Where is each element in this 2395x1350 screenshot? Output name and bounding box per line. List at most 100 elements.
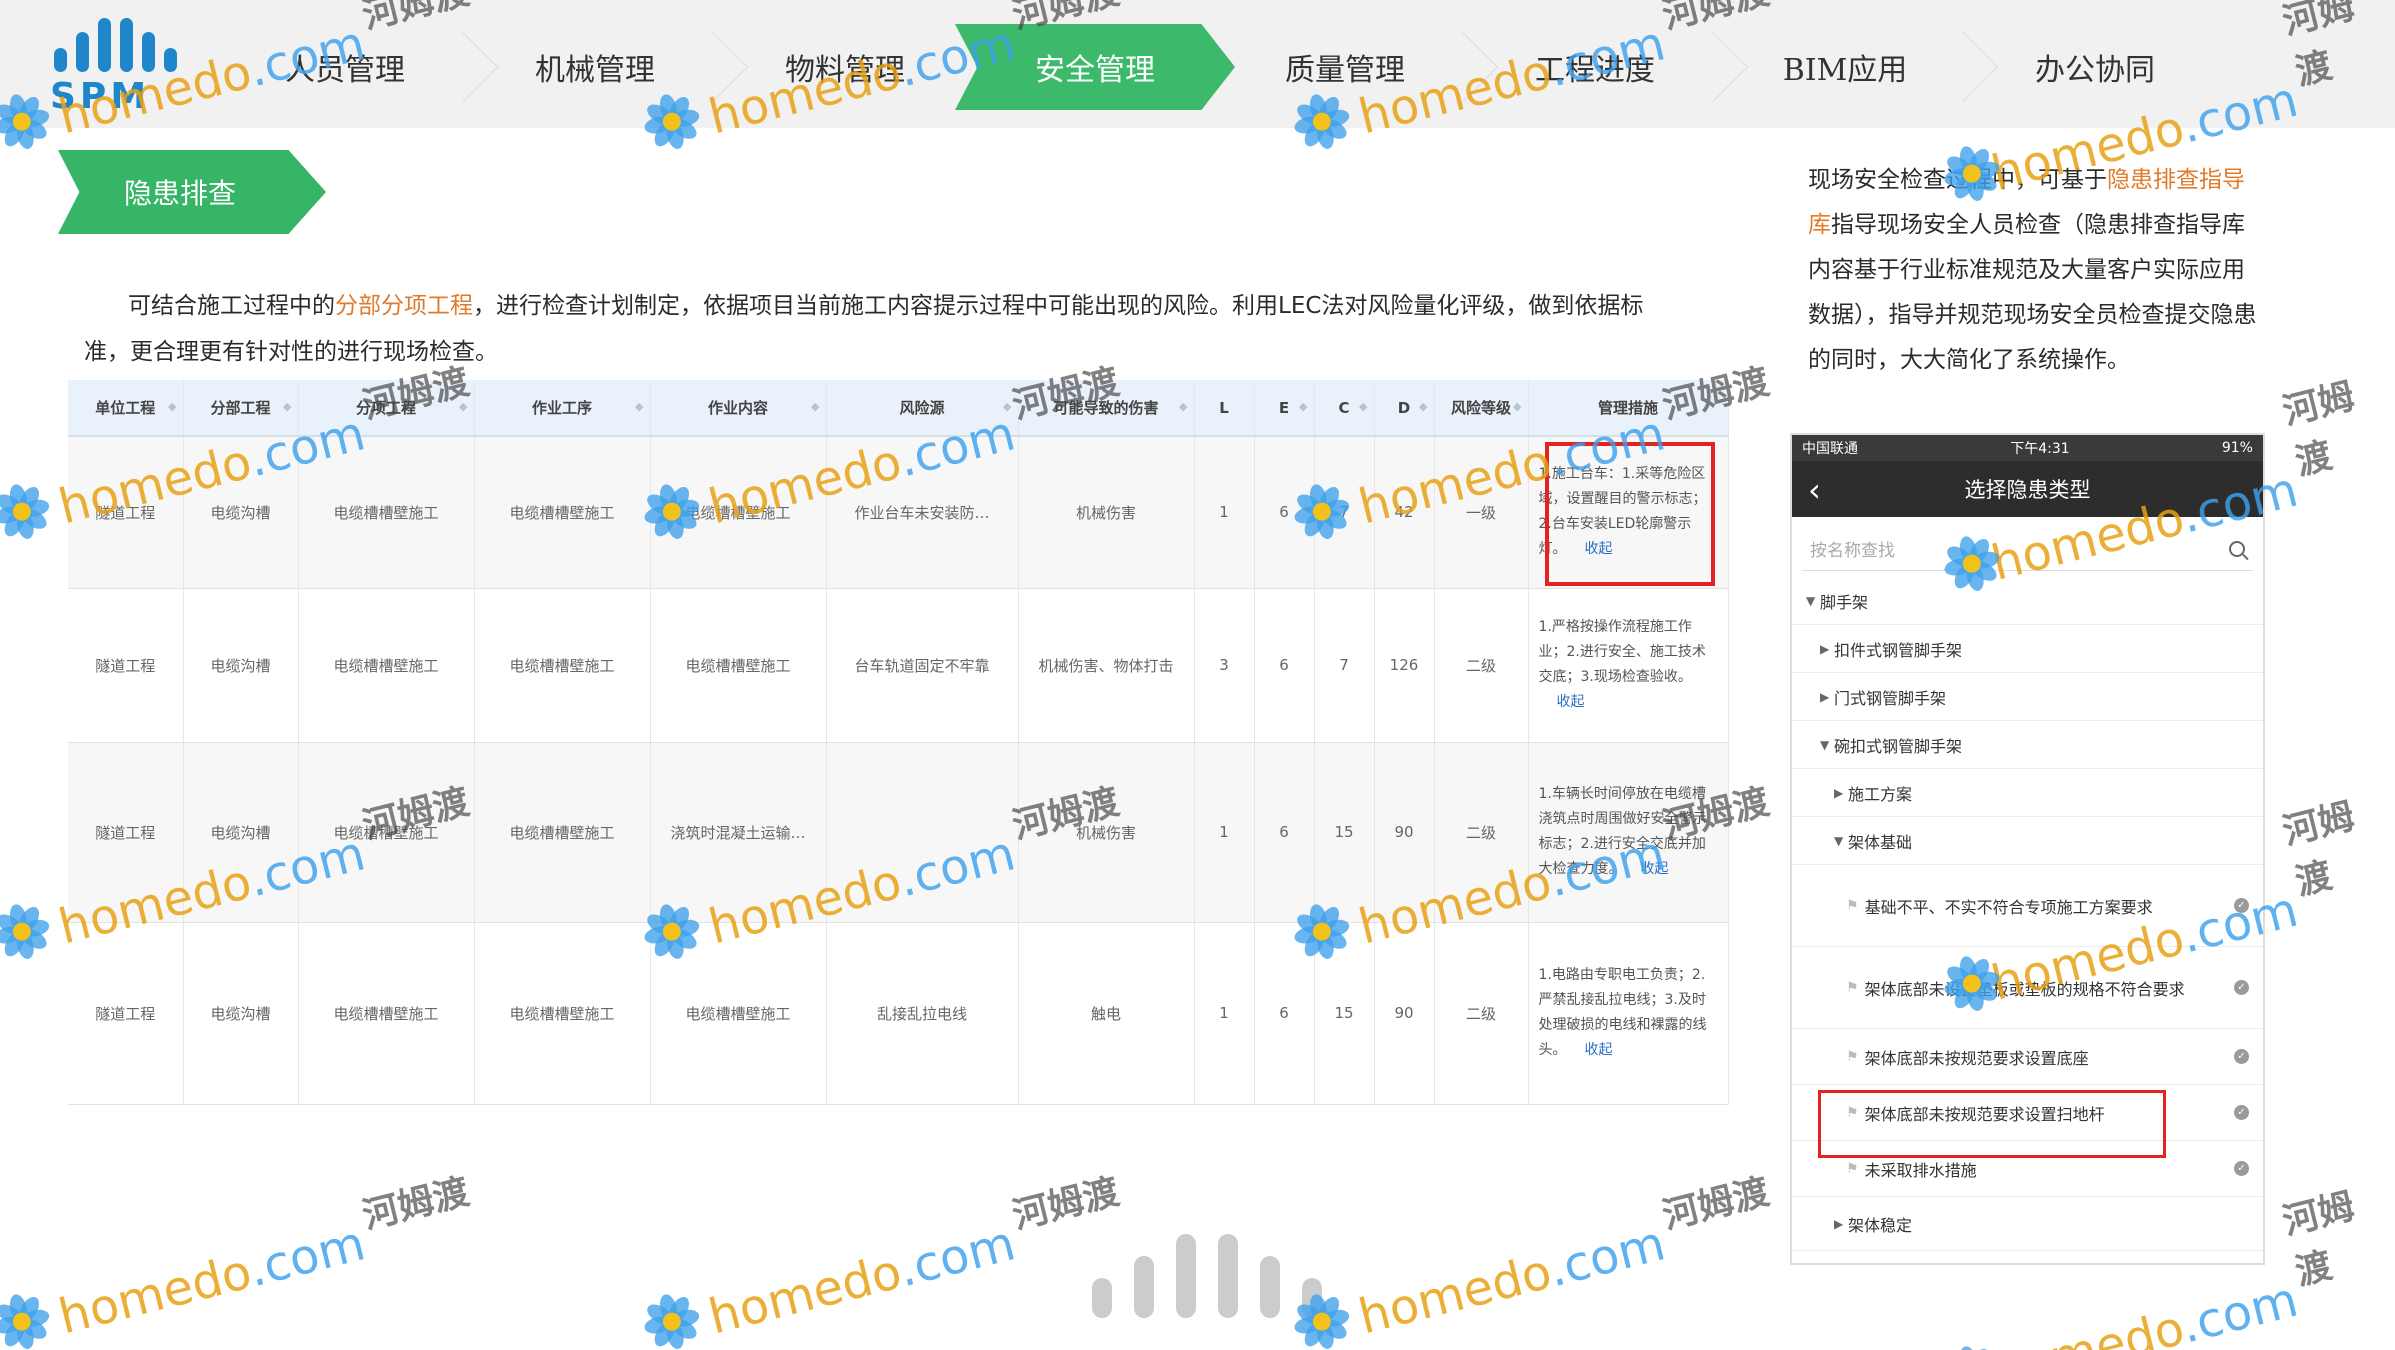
chevron-right-icon: ▶: [1834, 785, 1844, 800]
tree-node[interactable]: ▼ 碗扣式钢管脚手架: [1792, 721, 2263, 769]
flower-logo-icon: [0, 1285, 58, 1350]
column-header[interactable]: C ◆: [1314, 380, 1375, 437]
cell-l: 1: [1194, 742, 1255, 923]
nav-item-machinery[interactable]: 机械管理: [460, 24, 749, 110]
collapse-link[interactable]: 收起: [1585, 1042, 1613, 1058]
table-row[interactable]: 隧道工程 电缆沟槽 电缆槽槽壁施工 电缆槽槽壁施工 电缆槽槽壁施工 乱接乱拉电线…: [68, 922, 1729, 1105]
watermark-cn: 河姆渡: [1658, 1171, 1774, 1238]
column-header[interactable]: E ◆: [1254, 380, 1315, 437]
watermark-cn: 河姆渡: [358, 1171, 474, 1238]
nav-item-quality[interactable]: 质量管理: [1210, 24, 1499, 110]
tree-leaf[interactable]: ⚑ 架体底部未设置垫板或垫板的规格不符合要求 ✓: [1792, 947, 2263, 1029]
nav-item-safety[interactable]: 安全管理: [955, 24, 1235, 110]
chevron-right-icon: ▶: [1834, 1216, 1844, 1231]
tree-node[interactable]: ▶ 门式钢管脚手架: [1792, 673, 2263, 721]
cell-content: 电缆槽槽壁施工: [650, 436, 827, 589]
tree-leaf[interactable]: ⚑ 基础不平、不实不符合专项施工方案要求 ✓: [1792, 865, 2263, 947]
cell-unit: 隧道工程: [68, 436, 184, 589]
cell-e: 6: [1254, 922, 1315, 1105]
logo-bars-icon: [48, 12, 208, 72]
tree-leaf-label: 未采取排水措施: [1864, 1160, 1977, 1180]
sort-icon: ◆: [1513, 400, 1522, 413]
chevron-down-icon: ▼: [1834, 833, 1844, 848]
column-header[interactable]: D ◆: [1374, 380, 1435, 437]
column-header[interactable]: L: [1194, 380, 1255, 437]
cell-content: 电缆槽槽壁施工: [650, 588, 827, 743]
chevron-down-icon: ▼: [1820, 737, 1830, 752]
watermark-domain: .com: [242, 1215, 371, 1299]
nav-item-office[interactable]: 办公协同: [1960, 24, 2230, 110]
guide-text-1: 现场安全检查过程中，可基于: [1808, 167, 2107, 193]
tree-node-scaffold[interactable]: ▼ 脚手架: [1792, 577, 2263, 625]
tree-node-label: 门式钢管脚手架: [1834, 688, 1947, 708]
tree-leaf[interactable]: ⚑ 架体底部未按规范要求设置底座 ✓: [1792, 1029, 2263, 1085]
cell-l: 3: [1194, 588, 1255, 743]
table-row[interactable]: 隧道工程 电缆沟槽 电缆槽槽壁施工 电缆槽槽壁施工 电缆槽槽壁施工 台车轨道固定…: [68, 588, 1729, 743]
back-arrow-icon[interactable]: ‹: [1808, 471, 1821, 509]
cell-e: 6: [1254, 742, 1315, 923]
search-placeholder: 按名称查找: [1810, 541, 1895, 561]
cell-l: 1: [1194, 436, 1255, 589]
sort-icon: ◆: [1419, 400, 1428, 413]
watermark-domain: .com: [2175, 1271, 2304, 1350]
tree-node[interactable]: ▶ 架体稳定: [1792, 1197, 2263, 1251]
guide-description: 现场安全检查过程中，可基于隐患排查指导库指导现场安全人员检查（隐患排查指导库内容…: [1808, 158, 2258, 383]
watermark-cn: 河姆渡: [2278, 1185, 2359, 1294]
column-header[interactable]: 风险源 ◆: [826, 380, 1019, 437]
nav-item-materials[interactable]: 物料管理: [710, 24, 999, 110]
time-label: 下午4:31: [2010, 441, 2070, 457]
sort-icon: ◆: [1179, 400, 1188, 413]
collapse-link[interactable]: 收起: [1641, 861, 1669, 877]
tree-leaf-label: 架体底部未按规范要求设置底座: [1864, 1048, 2089, 1068]
section-title-tag: 隐患排查: [58, 150, 326, 234]
hazard-search-input[interactable]: 按名称查找: [1802, 527, 2253, 571]
column-header[interactable]: 作业内容 ◆: [650, 380, 827, 437]
flag-icon: ⚑: [1846, 979, 1859, 996]
column-header[interactable]: 风险等级 ◆: [1434, 380, 1529, 437]
column-header[interactable]: 分部工程 ◆: [183, 380, 299, 437]
tree-leaf-label: 基础不平、不实不符合专项施工方案要求: [1864, 897, 2153, 917]
cell-measure: 1.严格按操作流程施工作业；2.进行安全、施工技术交底；3.现场检查验收。收起: [1528, 588, 1729, 743]
flag-icon: ⚑: [1846, 1160, 1859, 1177]
cell-unit: 隧道工程: [68, 922, 184, 1105]
nav-item-label: 人员管理: [285, 53, 405, 88]
column-header[interactable]: 单位工程 ◆: [68, 380, 184, 437]
cell-part: 电缆沟槽: [183, 742, 299, 923]
watermark-brand: homedo: [1986, 1300, 2189, 1350]
tree-node[interactable]: ▼ 架体基础: [1792, 817, 2263, 865]
carrier-label: 中国联通: [1802, 441, 1858, 457]
cell-d: 90: [1374, 922, 1435, 1105]
cell-unit: 隧道工程: [68, 588, 184, 743]
nav-item-label: 安全管理: [1035, 53, 1155, 88]
watermark-cn: 河姆渡: [2278, 375, 2359, 484]
flag-icon: ⚑: [1846, 1048, 1859, 1065]
cell-measure: 1.电路由专职电工负责；2.严禁乱接乱拉电线；3.及时处理破损的电线和裸露的线头…: [1528, 922, 1729, 1105]
chevron-down-icon: ▼: [1806, 593, 1816, 608]
main-nav: 人员管理 机械管理 物料管理 安全管理 质量管理 工程进度 BIM应用 办公协同: [210, 24, 2390, 110]
collapse-link[interactable]: 收起: [1557, 694, 1585, 710]
column-header[interactable]: 可能导致的伤害 ◆: [1018, 380, 1195, 437]
spm-logo[interactable]: SPM: [48, 12, 208, 117]
table-row[interactable]: 隧道工程 电缆沟槽 电缆槽槽壁施工 电缆槽槽壁施工 电缆槽槽壁施工 作业台车未安…: [68, 436, 1729, 589]
table-row[interactable]: 隧道工程 电缆沟槽 电缆槽槽壁施工 电缆槽槽壁施工 浇筑时混凝土运输… 机械伤害…: [68, 742, 1729, 923]
cell-risk: [826, 742, 1019, 923]
cell-harm: 机械伤害、物体打击: [1018, 588, 1195, 743]
nav-item-personnel[interactable]: 人员管理: [210, 24, 499, 110]
cell-item: 电缆槽槽壁施工: [298, 588, 475, 743]
risk-table: 单位工程 ◆ 分部工程 ◆ 分项工程 ◆ 作业工序 ◆ 作业内容 ◆ 风险源 ◆ 可能导致的…: [68, 380, 1729, 1108]
column-header[interactable]: 管理措施: [1528, 380, 1729, 437]
column-header[interactable]: 分项工程 ◆: [298, 380, 475, 437]
tree-node-label: 碗扣式钢管脚手架: [1834, 736, 1963, 756]
tree-node[interactable]: ▶ 施工方案: [1792, 769, 2263, 817]
cell-d: 90: [1374, 742, 1435, 923]
nav-item-label: 质量管理: [1285, 53, 1405, 88]
column-header[interactable]: 作业工序 ◆: [474, 380, 651, 437]
page: SPM 人员管理 机械管理 物料管理 安全管理 质量管理 工程进度 BIM应用 …: [0, 0, 2395, 1350]
search-icon[interactable]: [2229, 540, 2245, 557]
cell-e: 6: [1254, 436, 1315, 589]
nav-item-progress[interactable]: 工程进度: [1460, 24, 1749, 110]
check-icon: ✓: [2234, 1105, 2249, 1120]
nav-item-bim[interactable]: BIM应用: [1710, 24, 1999, 110]
homedo-watermark: homedo.com河姆渡: [1281, 1163, 1780, 1350]
tree-node[interactable]: ▶ 扣件式钢管脚手架: [1792, 625, 2263, 673]
